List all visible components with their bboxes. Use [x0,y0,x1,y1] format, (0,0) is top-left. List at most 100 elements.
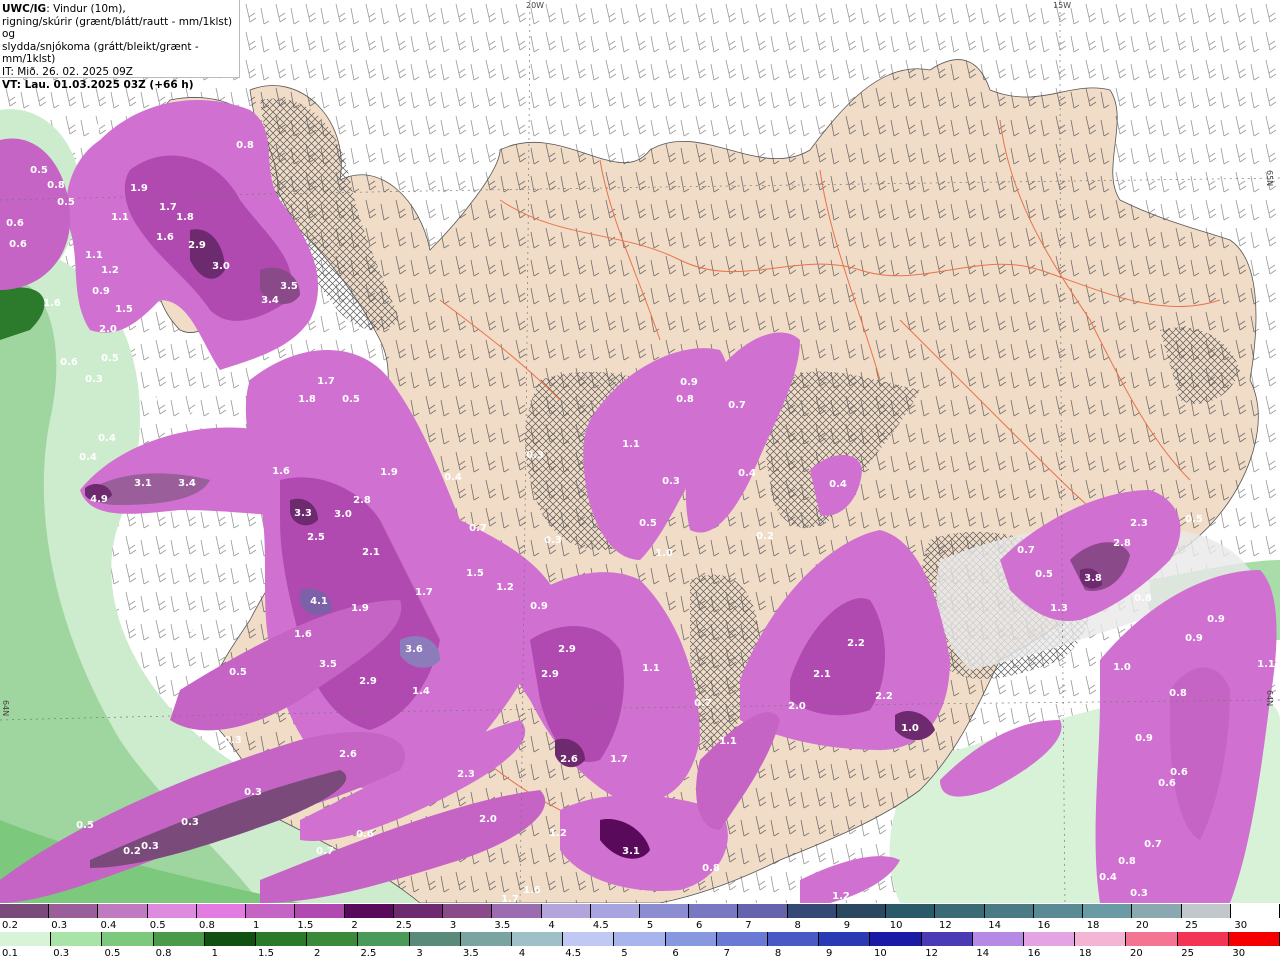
precip-label: 0.9 [1185,633,1203,644]
precip-label: 0.8 [1134,593,1152,604]
precip-label: 3.5 [319,659,337,670]
scale-label: 0.2 [2,920,18,931]
scale-label: 0.8 [155,948,172,959]
precip-label: 1.6 [272,466,290,477]
scale-swatch [102,932,154,946]
scale-label: 2 [314,948,321,959]
precip-label: 0.3 [662,476,680,487]
scale-swatch [307,932,359,946]
scale-swatch [935,904,985,918]
precip-label: 2.8 [1113,538,1131,549]
precip-label: 0.4 [1099,872,1117,883]
precip-label: 1.7 [610,754,628,765]
scale-swatch [443,904,493,918]
precip-label: 1.1 [719,736,737,747]
scale-swatch [787,904,837,918]
valid-time: VT: Lau. 01.03.2025 03Z (+66 h) [2,78,194,91]
precip-label: 0.8 [47,180,65,191]
scale-label: 8 [774,948,782,959]
scale-swatch [512,932,564,946]
scale-swatch [344,904,394,918]
precip-label: 0.3 [181,817,199,828]
precip-label: 0.5 [342,394,360,405]
scale-swatch [1075,932,1127,946]
scale-label: 14 [988,920,1001,931]
precip-label: 0.8 [676,394,694,405]
precip-label: 1.2 [1050,707,1068,718]
scale-label: 4.5 [592,920,609,931]
precip-label: 1.7 [501,894,519,903]
scale-swatch [409,932,461,946]
scale-swatch [0,932,52,946]
precip-label: 0.5 [57,197,75,208]
scale-label: 12 [939,920,952,931]
scale-swatch [1024,932,1076,946]
precip-label: 3.5 [280,281,298,292]
scale-swatch [460,932,512,946]
rain-scale-labels: 0.1 0.3 0.5 0.8 1 1.5 2 2.5 3 3.5 4 4.5 5 6 7 8 9 10 12 14 1… [0,948,1280,960]
scale-label: 9 [843,920,851,931]
issue-time: IT: Mið. 26. 02. 2025 09Z [2,65,133,78]
precip-label: 2.9 [541,669,559,680]
precip-label: 0.6 [60,357,78,368]
precip-label: 0.3 [224,735,242,746]
precip-label: 1.9 [351,603,369,614]
precip-label: 1.3 [1050,603,1068,614]
precip-label: 1.4 [412,686,430,697]
precip-label: 1.8 [298,394,316,405]
scale-label: 3.5 [494,920,511,931]
scale-swatch [768,932,820,946]
precip-label: 2.0 [99,324,117,335]
precip-label: 4.9 [90,494,108,505]
scale-label: 3 [449,920,457,931]
scale-label: 0.4 [100,920,117,931]
scale-label: 9 [826,948,833,959]
scale-label: 20 [1130,948,1143,959]
precip-label: 2.8 [353,495,371,506]
precip-label: 2.2 [875,691,893,702]
precip-label: 3.6 [405,644,423,655]
precip-label: 0.3 [1130,888,1148,899]
scale-label: 1.5 [258,948,274,959]
scale-label: 30 [1234,920,1248,931]
precip-label: 0.4 [738,468,756,479]
scale-swatch [256,932,308,946]
precip-label: 1.6 [523,885,541,896]
precip-label: 0.8 [1169,688,1187,699]
scale-label: 4 [548,920,555,931]
precip-label: 0.5 [1035,569,1053,580]
precip-label: 1.6 [156,232,174,243]
precip-label: 2.9 [188,240,206,251]
precip-label: 2.3 [457,769,475,780]
scale-swatch [665,932,717,946]
precip-label: 0.4 [98,433,116,444]
precip-label: 2.5 [307,532,325,543]
precip-label: 0.8 [1118,856,1136,867]
precip-label: 1.9 [380,467,398,478]
precip-label: 1.1 [1257,659,1275,670]
color-legend: 0.2 0.3 0.4 0.5 0.8 1 1.5 2 2.5 3 3.5 4 4.5 5 6 7 8 9 10 12… [0,903,1280,960]
scale-swatch [689,904,739,918]
scale-swatch [972,932,1024,946]
precip-label: 0.3 [244,787,262,798]
scale-label: 2.5 [395,920,412,931]
weather-map: 20W 15W 65N 64N 64N 0.4 0.8 0.5 0.8 0.5 0.6 0.… [0,0,1280,903]
precip-label: 0.9 [1207,614,1225,625]
grid-label-15w: 15W [1053,1,1071,10]
scale-swatch [716,932,768,946]
map-title-box: UWC/IG: Vindur (10m), rigning/skúrir (gr… [0,0,240,91]
precip-label: 1.7 [415,587,433,598]
scale-label: 3.5 [462,948,479,959]
precip-label: 1.1 [111,212,129,223]
precip-label: 1.2 [496,582,514,593]
scale-label: 16 [1027,948,1041,959]
scale-label: 16 [1037,920,1051,931]
scale-swatch [196,904,247,918]
scale-label: 0.3 [53,948,70,959]
scale-swatch [921,932,973,946]
precip-label: 1.8 [176,212,194,223]
precip-label: 0.7 [1017,545,1035,556]
precip-label: 0.7 [1144,839,1162,850]
scale-label: 14 [976,948,990,959]
scale-label: 18 [1086,920,1100,931]
